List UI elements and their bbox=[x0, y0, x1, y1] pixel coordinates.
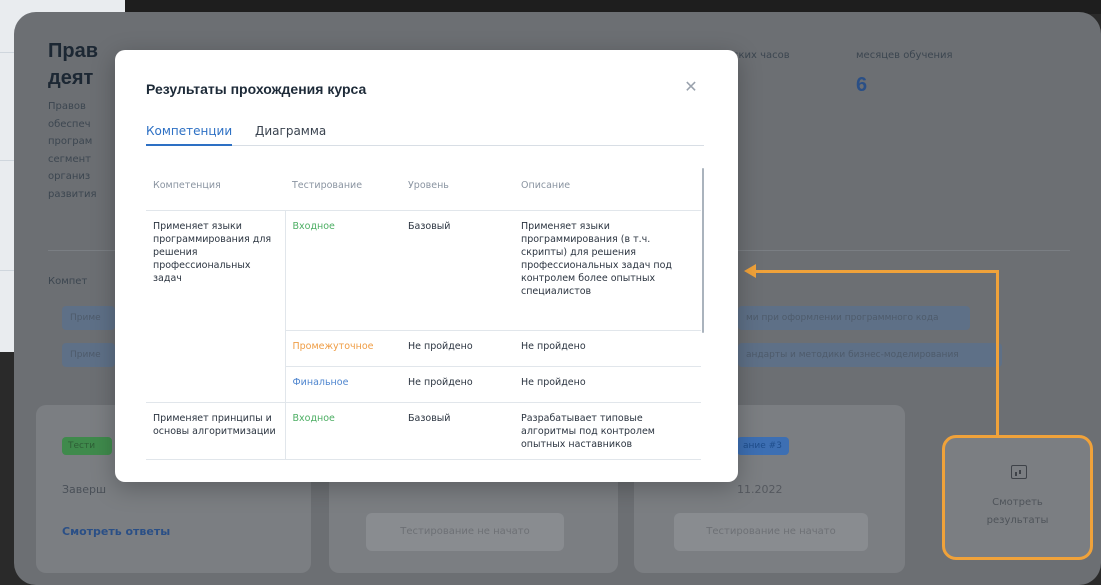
competency-chip[interactable]: андарты и методики бизнес-моделирования bbox=[738, 343, 1002, 367]
column-header: Уровень bbox=[401, 170, 514, 211]
test-badge: Тести bbox=[62, 437, 112, 455]
testing-cell: Промежуточное bbox=[285, 330, 401, 367]
course-title: Прав деят bbox=[48, 40, 99, 89]
table-row: Применяет принципы и основы алгоритмизац… bbox=[146, 402, 701, 460]
stat-months-value: 6 bbox=[856, 74, 868, 96]
competency-cell: Применяет принципы и основы алгоритмизац… bbox=[146, 402, 286, 460]
close-icon[interactable]: ✕ bbox=[683, 78, 699, 96]
competency-chip[interactable]: Приме bbox=[62, 343, 115, 367]
level-cell: Не пройдено bbox=[401, 366, 514, 403]
course-results-modal: Результаты прохождения курса ✕ Компетенц… bbox=[115, 50, 738, 482]
results-table: Компетенция Тестирование Уровень Описани… bbox=[146, 170, 701, 460]
description-cell: Применяет языки программирования (в т.ч.… bbox=[514, 210, 701, 331]
chart-icon bbox=[1011, 465, 1027, 479]
column-header: Тестирование bbox=[285, 170, 401, 211]
test-not-started-button[interactable]: Тестирование не начато bbox=[366, 513, 564, 551]
annotation-line bbox=[996, 270, 999, 437]
table-row: Применяет языки программирования для реш… bbox=[146, 210, 701, 403]
level-cell: Базовый bbox=[401, 402, 514, 460]
competencies-label: Компет bbox=[48, 276, 88, 287]
stat-hours-label: ских часов bbox=[733, 50, 790, 61]
test-date: 11.2022 bbox=[737, 483, 783, 496]
results-table-container[interactable]: Компетенция Тестирование Уровень Описани… bbox=[146, 170, 704, 470]
course-description: Правов обеспеч програм сегмент организ р… bbox=[48, 101, 97, 200]
view-results-button[interactable]: Смотреть результаты bbox=[942, 435, 1093, 560]
column-header: Компетенция bbox=[146, 170, 285, 211]
level-cell: Не пройдено bbox=[401, 330, 514, 367]
stat-months-label: месяцев обучения bbox=[856, 50, 953, 61]
view-answers-link[interactable]: Смотреть ответы bbox=[62, 525, 170, 538]
testing-cell: Входное bbox=[285, 402, 401, 460]
scrollbar[interactable] bbox=[702, 168, 704, 333]
description-cell: Не пройдено bbox=[514, 330, 701, 367]
testing-cell: Входное bbox=[285, 210, 401, 331]
tab-competencies[interactable]: Компетенции bbox=[146, 122, 233, 146]
level-cell: Базовый bbox=[401, 210, 514, 331]
arrow-icon bbox=[744, 264, 756, 278]
competency-chip[interactable]: Приме bbox=[62, 306, 115, 330]
view-results-label: Смотреть результаты bbox=[986, 497, 1049, 526]
competency-chip[interactable]: ми при оформлении программного кода bbox=[738, 306, 970, 330]
column-header: Описание bbox=[514, 170, 701, 211]
description-cell: Не пройдено bbox=[514, 366, 701, 403]
tab-diagram[interactable]: Диаграмма bbox=[255, 122, 326, 140]
annotation-line bbox=[752, 270, 999, 273]
competency-cell: Применяет языки программирования для реш… bbox=[146, 210, 286, 403]
test-finish-label: Заверш bbox=[62, 483, 107, 496]
test-not-started-button[interactable]: Тестирование не начато bbox=[674, 513, 868, 551]
table-header-row: Компетенция Тестирование Уровень Описани… bbox=[146, 170, 701, 211]
testing-cell: Финальное bbox=[285, 366, 401, 403]
test-badge: ание #3 bbox=[737, 437, 789, 455]
modal-title: Результаты прохождения курса bbox=[146, 81, 367, 97]
description-cell: Разрабатывает типовые алгоритмы под конт… bbox=[514, 402, 701, 460]
tab-bar: Компетенции Диаграмма bbox=[146, 122, 704, 146]
